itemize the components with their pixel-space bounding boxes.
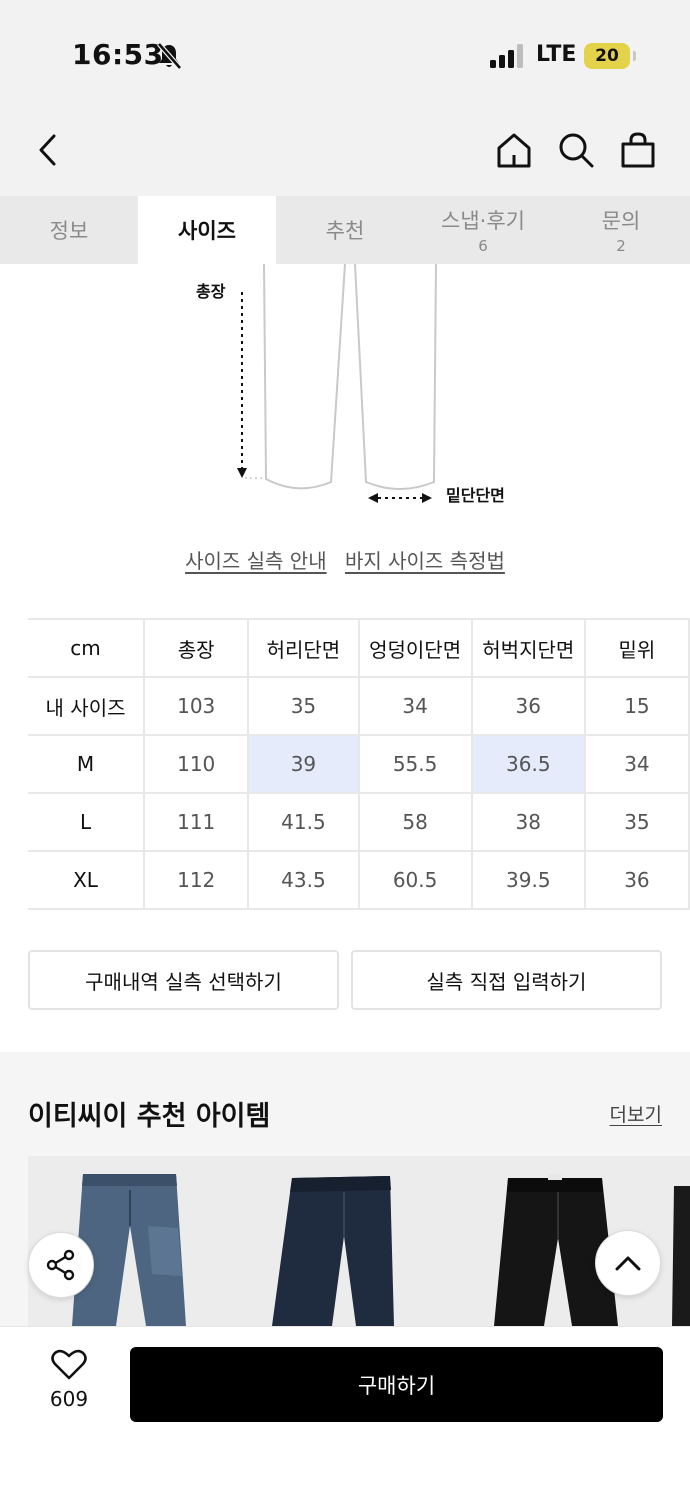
guide-links: 사이즈 실측 안내 바지 사이즈 측정법 (0, 545, 690, 574)
table-row: M 110 39 55.5 36.5 34 (28, 734, 690, 794)
table-cell: 34 (583, 734, 690, 794)
search-button[interactable] (556, 130, 596, 170)
table-row: 내 사이즈 103 35 34 36 15 (28, 676, 690, 736)
search-icon (559, 133, 594, 168)
product-image (672, 1186, 690, 1326)
table-cell: 39.5 (470, 850, 586, 910)
size-table-container[interactable]: cm 총장 허리단면 엉덩이단면 허벅지단면 밑위 내 사이즈 103 35 3… (0, 618, 690, 918)
product-card[interactable] (252, 1156, 452, 1326)
table-header-cell: cm (28, 618, 146, 678)
row-label: M (28, 734, 146, 794)
table-cell: 41.5 (247, 792, 360, 852)
bell-off-icon (157, 42, 182, 70)
table-header-cell: 총장 (143, 618, 250, 678)
table-header-cell: 허벅지단면 (470, 618, 586, 678)
row-label: XL (28, 850, 146, 910)
table-cell: 110 (143, 734, 250, 794)
tab-count: 6 (478, 237, 488, 255)
table-row: L 111 41.5 58 38 35 (28, 792, 690, 852)
status-time: 16:53 (72, 38, 164, 71)
size-diagram: 총장 밑단단면 (0, 263, 690, 534)
size-table: cm 총장 허리단면 엉덩이단면 허벅지단면 밑위 내 사이즈 103 35 3… (28, 618, 690, 910)
recommend-more-link[interactable]: 더보기 (610, 1100, 662, 1127)
tab-label: 추천 (325, 219, 365, 243)
back-button[interactable] (28, 130, 68, 170)
length-label: 총장 (196, 282, 226, 301)
network-type: LTE (536, 42, 577, 67)
shopping-bag-icon (621, 132, 655, 168)
direct-input-measure-button[interactable]: 실측 직접 입력하기 (351, 950, 662, 1010)
table-cell: 58 (357, 792, 473, 852)
product-image (272, 1176, 394, 1326)
tab-recommend[interactable]: 추천 (276, 196, 414, 264)
table-cell: 34 (357, 676, 473, 736)
tab-size[interactable]: 사이즈 (138, 196, 276, 264)
recommend-title: 이티씨이 추천 아이템 (28, 1101, 271, 1132)
tab-info[interactable]: 정보 (0, 196, 138, 264)
chevron-up-icon (615, 1256, 641, 1271)
table-cell-highlighted: 39 (247, 734, 360, 794)
home-button[interactable] (494, 130, 534, 170)
hem-label: 밑단단면 (446, 486, 505, 505)
product-card[interactable] (668, 1156, 690, 1326)
table-cell: 60.5 (357, 850, 473, 910)
back-arrow-icon (39, 134, 56, 166)
tab-inquiry[interactable]: 문의 2 (552, 196, 690, 264)
share-icon (46, 1249, 75, 1281)
battery-indicator: 20 (584, 43, 636, 69)
recommend-product-strip (28, 1156, 690, 1326)
select-purchase-measure-button[interactable]: 구매내역 실측 선택하기 (28, 950, 339, 1010)
status-bar: 16:53 LTE 20 (0, 0, 690, 100)
table-header-row: cm 총장 허리단면 엉덩이단면 허벅지단면 밑위 (28, 618, 690, 678)
table-cell: 112 (143, 850, 250, 910)
row-label: 내 사이즈 (28, 676, 146, 736)
tab-label: 스냅·후기 (441, 209, 525, 233)
table-cell: 38 (470, 792, 586, 852)
table-row: XL 112 43.5 60.5 39.5 36 (28, 850, 690, 910)
table-cell: 55.5 (357, 734, 473, 794)
signal-icon (490, 44, 523, 68)
table-header-cell: 엉덩이단면 (357, 618, 473, 678)
measure-method-link[interactable]: 바지 사이즈 측정법 (345, 549, 505, 573)
table-cell: 35 (583, 792, 690, 852)
table-cell: 35 (247, 676, 360, 736)
tab-label: 문의 (601, 209, 641, 233)
table-cell: 43.5 (247, 850, 360, 910)
size-guide-link[interactable]: 사이즈 실측 안내 (185, 549, 327, 573)
top-nav (0, 100, 690, 196)
scroll-top-button[interactable] (595, 1230, 661, 1296)
share-button[interactable] (28, 1232, 94, 1298)
home-icon (497, 133, 531, 168)
table-header-cell: 밑위 (583, 618, 690, 678)
table-cell: 36 (470, 676, 586, 736)
table-cell: 103 (143, 676, 250, 736)
table-cell-highlighted: 36.5 (470, 734, 586, 794)
table-header-cell: 허리단면 (247, 618, 360, 678)
tab-label: 사이즈 (178, 219, 236, 243)
table-cell: 15 (583, 676, 690, 736)
table-cell: 111 (143, 792, 250, 852)
tab-count: 2 (616, 237, 626, 255)
tab-snap-review[interactable]: 스냅·후기 6 (414, 196, 552, 264)
like-button[interactable]: 609 (34, 1349, 104, 1411)
like-count: 609 (49, 1387, 89, 1411)
table-cell: 36 (583, 850, 690, 910)
pants-diagram-illustration (237, 263, 437, 503)
product-tabs: 정보 사이즈 추천 스냅·후기 6 문의 2 (0, 196, 690, 264)
bottom-action-bar: 609 구매하기 (0, 1326, 690, 1500)
cart-button[interactable] (618, 130, 658, 170)
tab-label: 정보 (49, 219, 89, 243)
row-label: L (28, 792, 146, 852)
heart-icon (51, 1349, 87, 1380)
buy-button[interactable]: 구매하기 (130, 1347, 663, 1422)
